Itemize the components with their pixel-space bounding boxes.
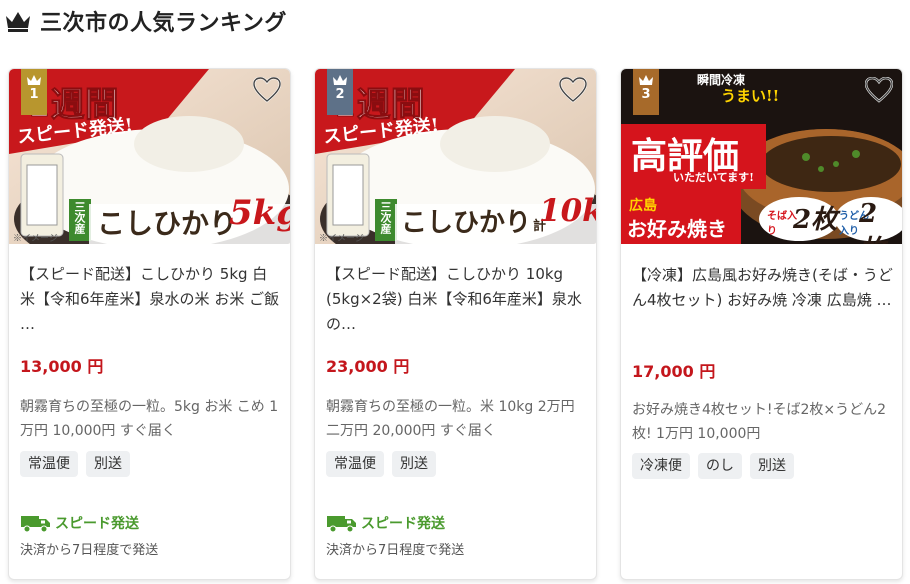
heart-icon[interactable] [253, 77, 281, 103]
speed-shipping: スピード発送 [20, 513, 139, 533]
truck-icon [21, 516, 50, 533]
product-card[interactable]: 1週間 スピード発送! 三次産 こしひかり 5kg ※イメージ 1 【スピード配… [8, 68, 291, 580]
product-price: 23,000 円 [326, 357, 410, 376]
product-description: 朝霧育ちの至極の一粒。米 10kg 2万円 二万円 20,000円 すぐ届く [326, 399, 575, 439]
section-title: 三次市の人気ランキング [40, 11, 287, 36]
rank-number: 1 [29, 87, 39, 102]
image-caption-soba-count: 2枚 [793, 205, 838, 235]
heart-icon[interactable] [865, 77, 893, 103]
product-name[interactable]: 【スピード配送】こしひかり 5kg 白米【令和6年産米】泉水の米 お米 ご飯 … [20, 262, 282, 337]
product-card[interactable]: 1週間 スピード発送! 三次産 こしひかり 計 10kg ※イメージ 2 【スピ… [314, 68, 597, 580]
product-price: 13,000 円 [20, 357, 104, 376]
tag: 別送 [750, 453, 794, 479]
shipping-note: 決済から7日程度で発送 [326, 543, 465, 558]
tag: のし [698, 453, 742, 479]
heart-icon[interactable] [559, 77, 587, 103]
tag-list: 冷凍便 のし 別送 [632, 453, 794, 479]
truck-icon [327, 516, 356, 533]
speed-label: スピード発送 [361, 516, 445, 532]
image-caption-tasty: うまい!! [721, 87, 780, 105]
speed-label: スピード発送 [55, 516, 139, 532]
rank-crown-icon [27, 75, 41, 85]
product-image[interactable]: 瞬間冷凍 うまい!! 高評価 いただいてます! 広島 お好み焼き そば入り 2枚… [621, 69, 902, 244]
rank-badge: 2 [327, 69, 353, 115]
crown-icon [6, 12, 30, 32]
product-description: お好み焼き4枚セット!そば2枚×うどん2枚! 1万円 10,000円 [632, 402, 887, 442]
tag: 別送 [86, 451, 130, 477]
tag: 常温便 [20, 451, 78, 477]
tag-list: 常温便 別送 [326, 451, 436, 477]
image-caption-brand: こしひかり [97, 207, 238, 240]
product-image[interactable]: 1週間 スピード発送! 三次産 こしひかり 計 10kg ※イメージ 2 [315, 69, 596, 244]
image-caption-weight: 10kg [539, 193, 596, 229]
rank-badge: 3 [633, 69, 659, 115]
image-caption-origin: 三次産 [379, 201, 392, 234]
rank-crown-icon [333, 75, 347, 85]
shipping-note: 決済から7日程度で発送 [20, 543, 159, 558]
ranking-heading: 三次市の人気ランキング [4, 7, 287, 36]
rank-crown-icon [639, 75, 653, 85]
rank-number: 3 [641, 87, 651, 102]
product-description: 朝霧育ちの至極の一粒。5kg お米 こめ 1万円 10,000円 すぐ届く [20, 399, 279, 439]
product-card[interactable]: 瞬間冷凍 うまい!! 高評価 いただいてます! 広島 お好み焼き そば入り 2枚… [620, 68, 903, 580]
product-image[interactable]: 1週間 スピード発送! 三次産 こしひかり 5kg ※イメージ 1 [9, 69, 290, 244]
image-caption-origin: 三次産 [73, 201, 86, 234]
image-caption-dish: お好み焼き [627, 217, 727, 241]
tag: 冷凍便 [632, 453, 690, 479]
tag-list: 常温便 別送 [20, 451, 130, 477]
rank-number: 2 [335, 87, 345, 102]
product-name[interactable]: 【冷凍】広島風お好み焼き(そば・うどん4枚セット) お好み焼 冷凍 広島焼 … [632, 263, 894, 313]
image-caption-region: 広島 [629, 198, 657, 214]
tag: 常温便 [326, 451, 384, 477]
image-caption-brand: こしひかり [401, 208, 532, 238]
product-price: 17,000 円 [632, 362, 716, 381]
image-note: ※イメージ [13, 234, 58, 244]
product-name[interactable]: 【スピード配送】こしひかり 10kg (5kg×2袋) 白米【令和6年産米】泉水… [326, 262, 588, 337]
image-note: ※イメージ [319, 234, 364, 244]
image-caption-rating-sub: いただいてます! [673, 171, 754, 184]
speed-shipping: スピード発送 [326, 513, 445, 533]
tag: 別送 [392, 451, 436, 477]
rank-badge: 1 [21, 69, 47, 115]
image-caption-weight: 5kg [229, 193, 290, 233]
image-caption-udon-count: 2枚 [859, 199, 885, 244]
